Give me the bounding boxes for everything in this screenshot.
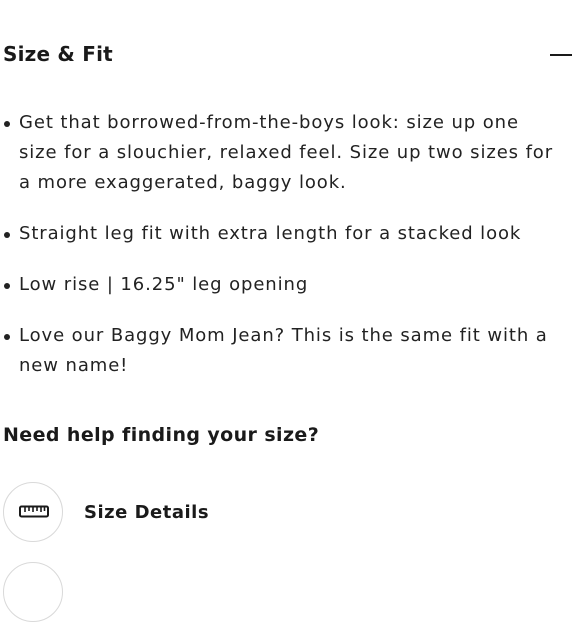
minus-icon [550,54,572,56]
list-item-text: Straight leg fit with extra length for a… [19,223,522,244]
list-item-text: Low rise | 16.25" leg opening [19,274,309,295]
bullet-icon [4,232,10,238]
list-item: Love our Baggy Mom Jean? This is the sam… [0,321,560,381]
section-title: Size & Fit [3,42,113,66]
size-details-icon-circle [3,482,63,542]
bullet-icon [4,121,10,127]
list-item: Low rise | 16.25" leg opening [0,270,560,300]
collapse-toggle-button[interactable] [540,38,580,72]
bullet-icon [4,334,10,340]
next-help-option-circle[interactable] [3,562,63,622]
size-details-link[interactable]: Size Details [0,481,300,545]
size-fit-accordion-header[interactable]: Size & Fit [0,0,580,112]
ruler-icon [19,505,49,518]
size-help-heading: Need help finding your size? [3,424,320,446]
size-details-label: Size Details [84,502,210,523]
bullet-icon [4,283,10,289]
list-item-text: Get that borrowed-from-the-boys look: si… [19,112,554,193]
list-item: Get that borrowed-from-the-boys look: si… [0,108,560,198]
fit-details-list: Get that borrowed-from-the-boys look: si… [0,108,560,402]
list-item-text: Love our Baggy Mom Jean? This is the sam… [19,325,548,376]
list-item: Straight leg fit with extra length for a… [0,219,560,249]
